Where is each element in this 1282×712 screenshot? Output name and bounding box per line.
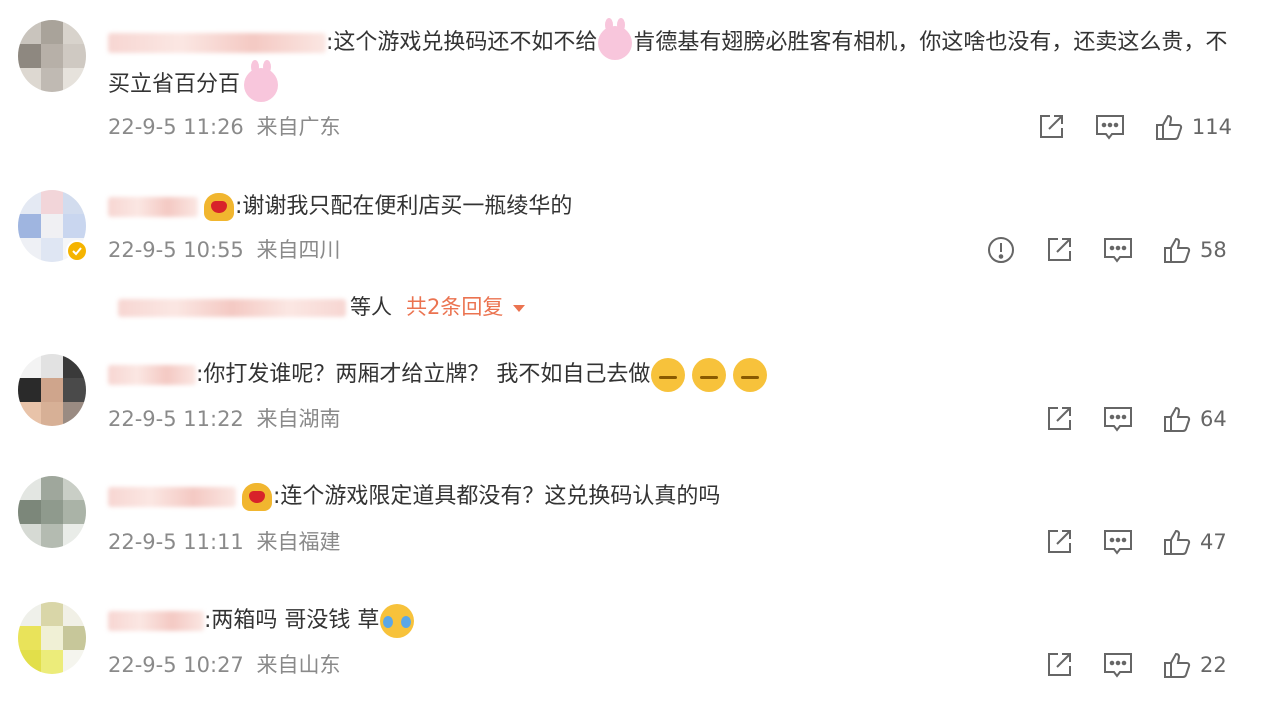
share-icon xyxy=(1048,530,1071,553)
location: 来自四川 xyxy=(256,238,341,262)
avatar[interactable] xyxy=(18,476,86,548)
avatar[interactable] xyxy=(18,602,86,674)
smirk-emoji xyxy=(651,358,686,392)
thumbs-up-icon xyxy=(1164,652,1191,678)
timestamp: 22-9-5 10:55 xyxy=(108,238,244,262)
comment-text: :你打发谁呢？两厢才给立牌？ 我不如自己去做 xyxy=(108,354,1238,396)
share-button[interactable] xyxy=(1044,404,1074,434)
caret-down-icon xyxy=(513,304,526,312)
location: 来自福建 xyxy=(256,530,341,554)
avatar[interactable] xyxy=(18,354,86,426)
comment-button[interactable] xyxy=(1102,527,1134,557)
heart-emoji xyxy=(204,193,234,221)
comment-icon xyxy=(1104,238,1132,263)
expand-replies-label: 共2条回复 xyxy=(406,295,504,319)
heart-emoji xyxy=(242,483,272,511)
comment-text-part: :连个游戏限定道具都没有？这兑换码认真的吗 xyxy=(273,484,721,509)
comment-icon xyxy=(1104,653,1132,678)
like-count: 47 xyxy=(1200,530,1227,554)
timestamp: 22-9-5 11:26 xyxy=(108,115,244,139)
comment-meta: 22-9-5 11:22 来自湖南 xyxy=(108,404,340,434)
share-button[interactable] xyxy=(1044,650,1074,680)
like-button[interactable]: 22 xyxy=(1162,650,1232,680)
comment-actions: 114 xyxy=(1008,109,1232,145)
location: 来自广东 xyxy=(256,115,341,139)
reply-usernames[interactable] xyxy=(118,299,346,317)
rabbit-emoji xyxy=(244,60,279,102)
share-icon xyxy=(1048,238,1071,261)
location: 来自湖南 xyxy=(256,407,341,431)
thumbs-up-icon xyxy=(1164,529,1191,555)
thumbs-up-icon xyxy=(1164,237,1191,263)
share-icon xyxy=(1039,115,1063,138)
comment-icon xyxy=(1095,115,1124,140)
like-button[interactable]: 64 xyxy=(1162,404,1232,434)
comment-text: :谢谢我只配在便利店买一瓶绫华的 xyxy=(108,186,1238,228)
comment-text-part: :两箱吗 哥没钱 草 xyxy=(204,608,380,633)
share-icon xyxy=(1048,407,1071,430)
like-count: 64 xyxy=(1200,407,1227,431)
timestamp: 22-9-5 10:27 xyxy=(108,653,244,677)
timestamp: 22-9-5 11:22 xyxy=(108,407,244,431)
like-count: 58 xyxy=(1200,238,1227,262)
comment-button[interactable] xyxy=(1102,235,1134,265)
comment-actions: 64 xyxy=(1016,401,1232,437)
comment-text-part: :这个游戏兑换码还不如不给 xyxy=(326,30,598,55)
comment-text: :两箱吗 哥没钱 草 xyxy=(108,600,1238,642)
comment-actions: 58 xyxy=(958,232,1232,268)
report-button[interactable] xyxy=(986,235,1016,265)
smirk-emoji xyxy=(692,358,727,392)
verified-badge xyxy=(66,240,88,262)
thumbs-up-icon xyxy=(1164,406,1191,432)
like-button[interactable]: 114 xyxy=(1154,112,1232,142)
comment-text-part: :你打发谁呢？两厢才给立牌？ 我不如自己去做 xyxy=(196,362,651,387)
share-button[interactable] xyxy=(1044,527,1074,557)
rabbit-emoji xyxy=(598,18,633,60)
comment-text-part: :谢谢我只配在便利店买一瓶绫华的 xyxy=(235,194,573,219)
username[interactable] xyxy=(108,197,198,217)
username[interactable] xyxy=(108,611,204,631)
replies-suffix: 等人 xyxy=(350,295,392,319)
comment-button[interactable] xyxy=(1102,404,1134,434)
comment-text: :连个游戏限定道具都没有？这兑换码认真的吗 xyxy=(108,476,1238,518)
report-icon xyxy=(988,237,1014,263)
smirk-emoji xyxy=(733,358,768,392)
username[interactable] xyxy=(108,33,326,53)
comment-icon xyxy=(1104,407,1132,432)
share-button[interactable] xyxy=(1036,112,1066,142)
username[interactable] xyxy=(108,487,236,507)
like-button[interactable]: 58 xyxy=(1162,235,1232,265)
like-count: 22 xyxy=(1200,653,1227,677)
share-icon xyxy=(1048,653,1071,676)
like-count: 114 xyxy=(1191,115,1232,139)
checkmark-icon xyxy=(72,247,82,256)
share-button[interactable] xyxy=(1044,235,1074,265)
expand-replies-button[interactable]: 共2条回复 xyxy=(406,295,526,319)
like-button[interactable]: 47 xyxy=(1162,527,1232,557)
comment-meta: 22-9-5 10:27 来自山东 xyxy=(108,650,340,680)
comment-actions: 47 xyxy=(1016,524,1232,560)
replies-summary: 等人 共2条回复 xyxy=(118,292,526,322)
timestamp: 22-9-5 11:11 xyxy=(108,530,244,554)
comment-button[interactable] xyxy=(1094,112,1126,142)
comment-meta: 22-9-5 10:55 来自四川 xyxy=(108,235,340,265)
comment-icon xyxy=(1104,530,1132,555)
comment-actions: 22 xyxy=(1016,647,1232,683)
location: 来自山东 xyxy=(256,653,341,677)
comment-text: :这个游戏兑换码还不如不给 肯德基有翅膀必胜客有相机，你这啥也没有，还卖这么贵，不… xyxy=(108,18,1238,106)
comment-meta: 22-9-5 11:11 来自福建 xyxy=(108,527,340,557)
avatar[interactable] xyxy=(18,20,86,92)
username[interactable] xyxy=(108,365,196,385)
laugh-cry-emoji xyxy=(380,604,415,638)
thumbs-up-icon xyxy=(1155,114,1183,140)
comment-meta: 22-9-5 11:26 来自广东 xyxy=(108,112,340,142)
comment-button[interactable] xyxy=(1102,650,1134,680)
